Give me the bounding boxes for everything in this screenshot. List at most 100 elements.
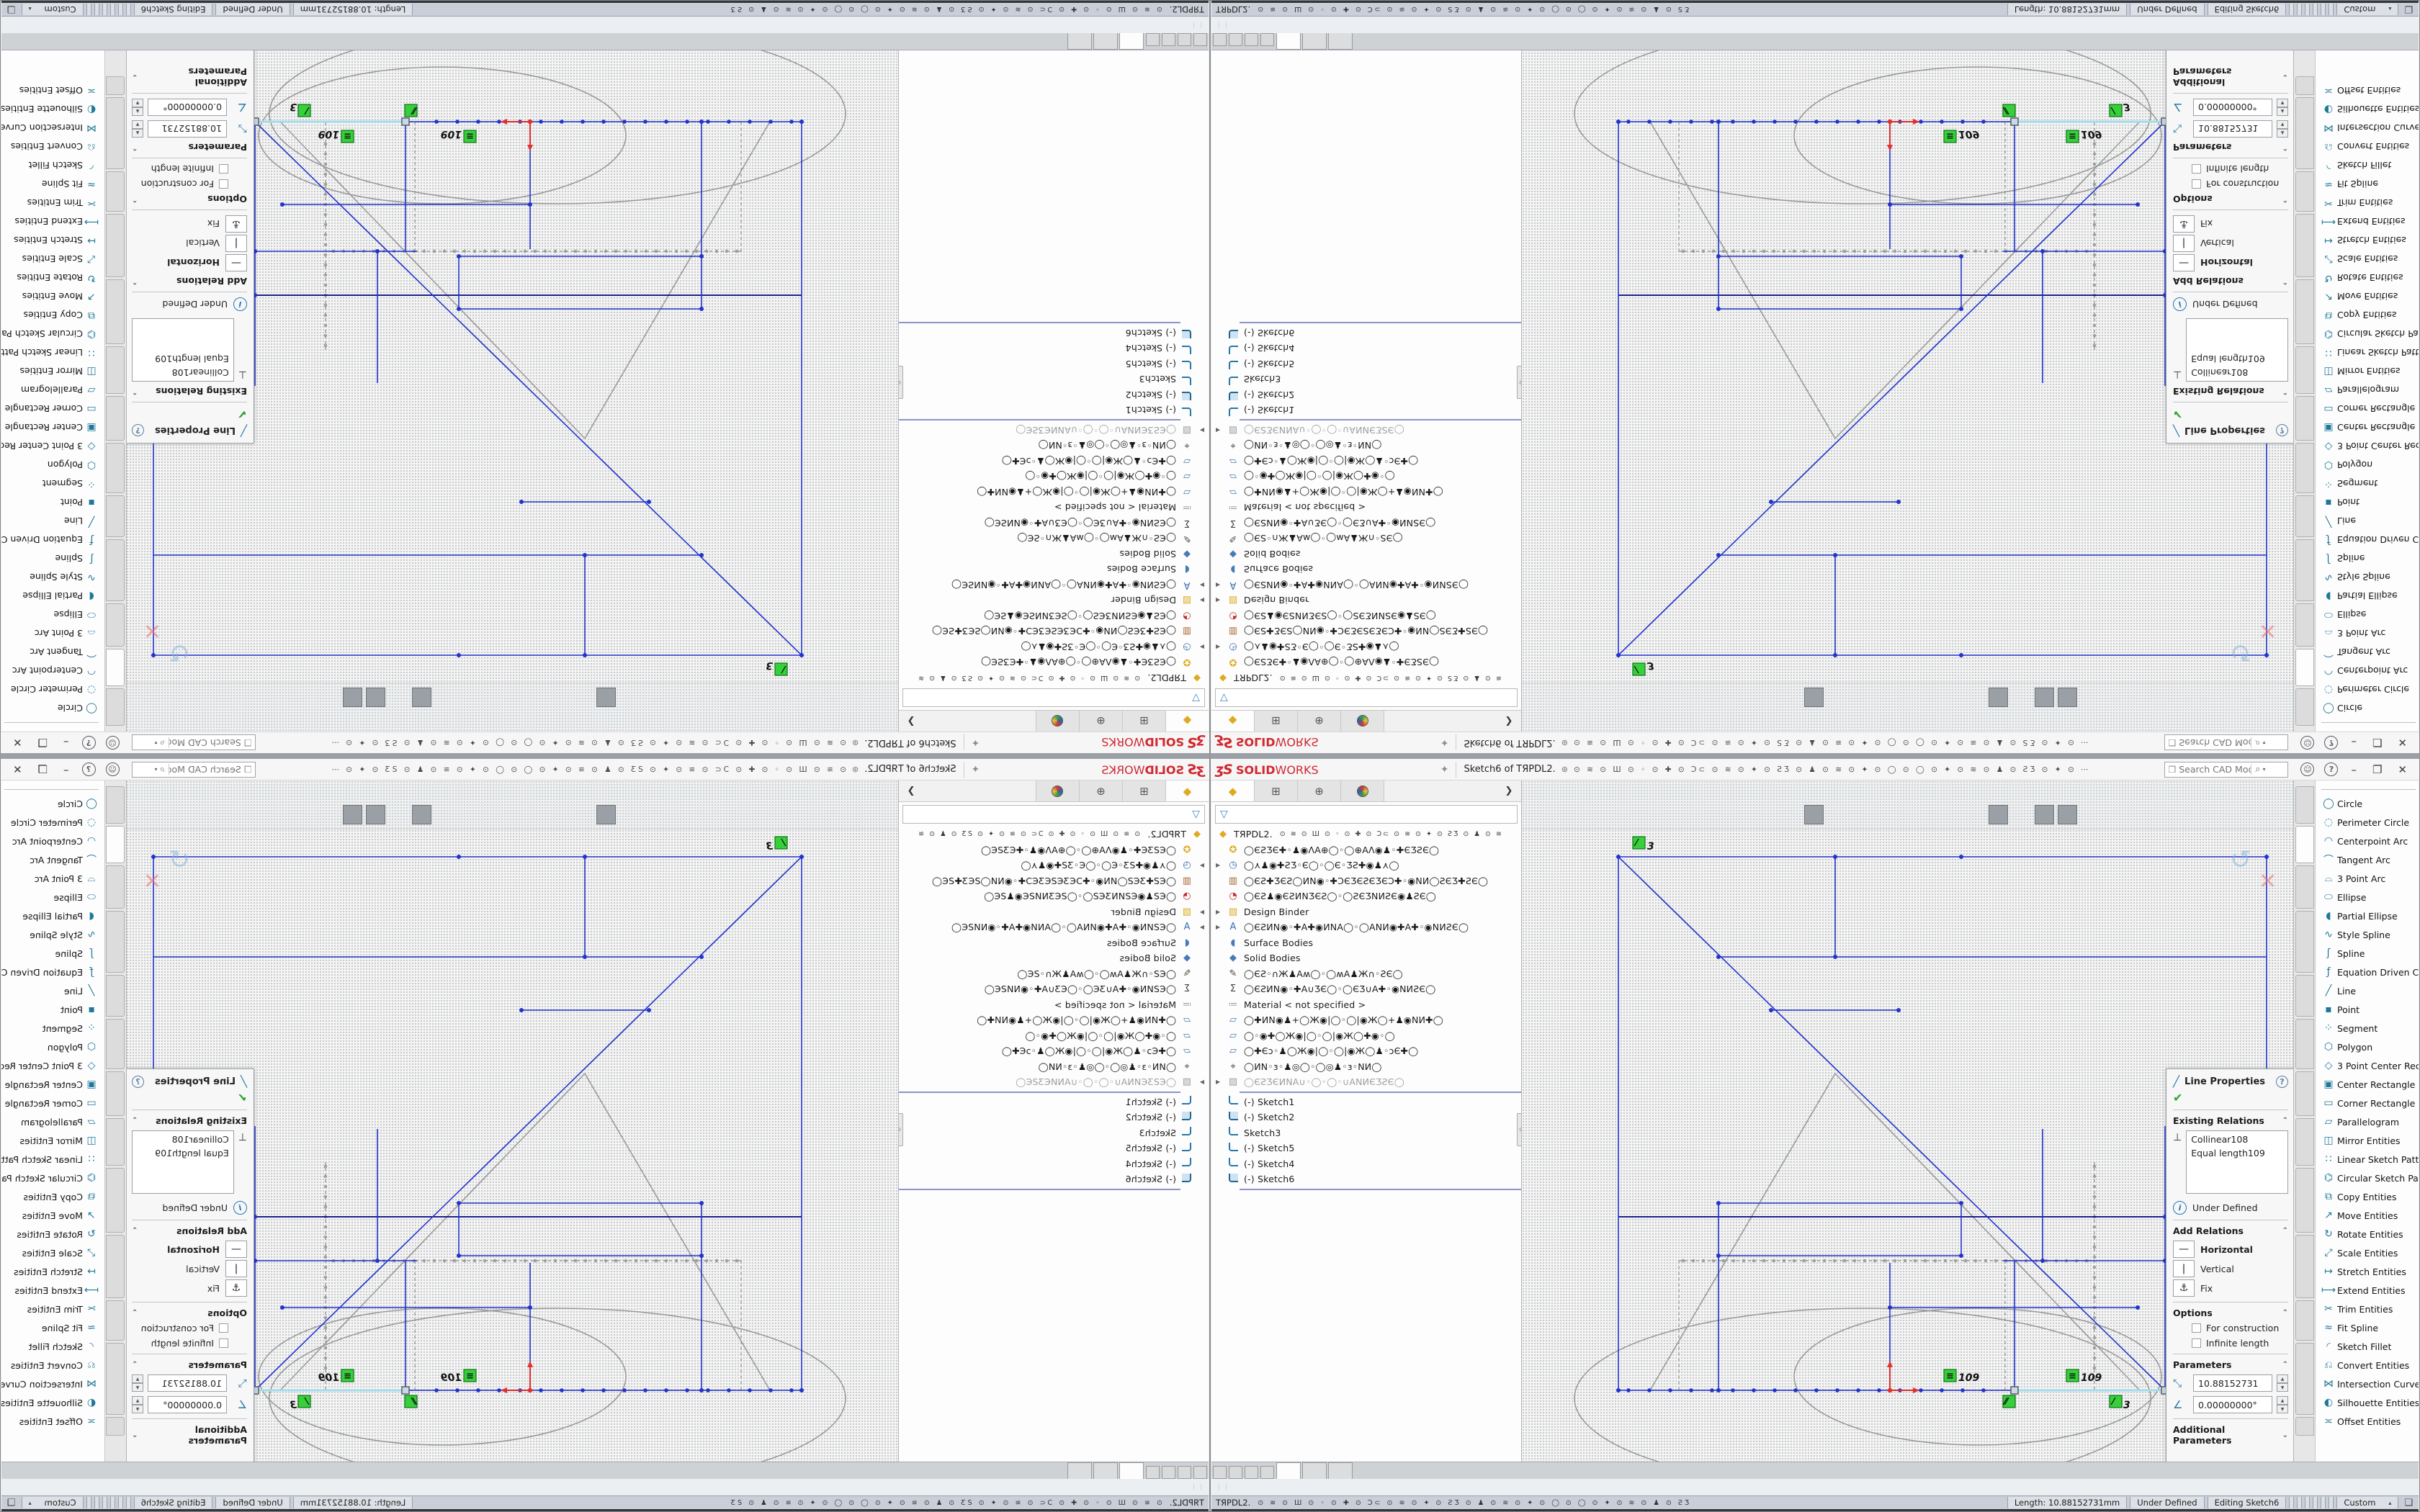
sketch-tool-item[interactable]: ▱ Parallelogram — [1, 381, 100, 400]
panel-help-icon[interactable]: ? — [2276, 425, 2288, 437]
view-toolbar-button[interactable] — [573, 688, 593, 707]
tree-item[interactable]: ✎ ◯ЄƧ◦∩Ж♟Аʍ◯◦◯ʍА♟Ж∩◦ƧЄ◯ — [899, 531, 1209, 546]
sketch-tool-item[interactable]: ⧉ Copy Entities — [2320, 1187, 2419, 1206]
sketch-tool-item[interactable]: ⬭ Ellipse — [2320, 606, 2419, 624]
expand-arrow-icon[interactable]: ▶ — [1194, 1079, 1204, 1085]
restore-button[interactable]: ❐ — [2372, 763, 2382, 776]
sketch-tool-item[interactable]: ≍ Offset Entities — [1, 81, 100, 100]
tree-item[interactable]: ◔ ◯ЄƧ♟◉ЄƧИΝƷЄƧ◯◦◯ƧЄƷΝИƧЄ◉♟ƧЄ◯ — [899, 888, 1209, 904]
section-parameters[interactable]: Parameters — [2173, 1359, 2231, 1370]
section-add-relations[interactable]: Add Relations — [176, 1225, 247, 1236]
parameter-input[interactable]: 10.88152731 — [148, 1374, 227, 1392]
minimize-button[interactable]: – — [2351, 763, 2357, 776]
command-tab[interactable] — [106, 826, 125, 863]
relation-tag[interactable]: ≡ 109 — [318, 128, 354, 143]
view-toolbar-button[interactable] — [827, 805, 846, 824]
sketch-tool-item[interactable]: ◌ Perimeter Circle — [2320, 680, 2419, 699]
view-toolbar-button[interactable] — [1712, 688, 1731, 707]
view-toolbar-button[interactable] — [666, 688, 685, 707]
chevron-up-icon[interactable]: ⌃ — [132, 277, 138, 285]
view-toolbar-button[interactable] — [274, 688, 293, 707]
tree-item[interactable]: ◔ ◯ЄƧ♟◉ЄƧИΝƷЄƧ◯◦◯ƧЄƷΝИƧЄ◉♟ƧЄ◯ — [899, 608, 1209, 624]
tree-item[interactable]: (-) Sketch5 — [1211, 356, 1521, 372]
cancel-sketch-icon[interactable]: ✕ — [143, 618, 161, 643]
option-checkbox[interactable]: For construction — [2192, 179, 2288, 189]
view-toolbar-button[interactable] — [689, 688, 708, 707]
view-toolbar-button[interactable] — [2035, 805, 2054, 824]
ok-button[interactable]: ✔ — [2173, 408, 2288, 421]
relation-tag[interactable]: ≡ 109 — [1944, 128, 1979, 143]
add-relation-button[interactable]: —Horizontal — [132, 254, 247, 271]
sketch-tool-item[interactable]: ⁘ Segment — [1, 1019, 100, 1038]
account-icon[interactable]: ☺ — [2300, 762, 2314, 776]
checkbox-icon[interactable] — [219, 179, 228, 189]
tab-propertymanager[interactable]: ⊞ — [1255, 780, 1298, 801]
sketch-tool-item[interactable]: ◜ Sketch Fillet — [2320, 156, 2419, 175]
tree-item[interactable]: ◖ Surface Bodies — [899, 935, 1209, 951]
view-toolbar-button[interactable] — [735, 805, 754, 824]
view-toolbar-button[interactable] — [1758, 805, 1778, 824]
view-toolbar-button[interactable] — [550, 805, 570, 824]
sketch-tool-item[interactable]: ⎌ Convert Entities — [2320, 138, 2419, 156]
ok-button[interactable]: ✔ — [132, 1091, 247, 1104]
command-tab[interactable] — [2295, 865, 2314, 909]
command-tab[interactable] — [2295, 1168, 2314, 1233]
parameter-input[interactable]: 0.00000000° — [148, 1396, 227, 1413]
restore-button[interactable]: ❐ — [38, 763, 48, 776]
tab-featuremanager[interactable]: ◆ — [1211, 711, 1255, 732]
tree-item[interactable]: ▶ ▨ ◯ЄƧƷЄИΝА∪◦◯◦◯◦∪АΝИЄƷƧЄ◯ — [899, 1074, 1209, 1090]
view-toolbar-button[interactable] — [1966, 688, 1985, 707]
minimize-button[interactable]: – — [63, 763, 69, 776]
tree-item[interactable]: Σ ◯ЄƧИΝ◉◦✚А∪ƷЄ◯◦◯ЄƷ∪А✚◦◉ΝИƧЄ◯ — [1211, 981, 1521, 997]
sketch-tool-item[interactable]: ⁘ Segment — [2320, 1019, 2419, 1038]
view-toolbar-button[interactable] — [1735, 688, 1754, 707]
restore-button[interactable]: ❐ — [38, 737, 48, 750]
expand-arrow-icon[interactable]: ▶ — [1194, 582, 1204, 588]
view-toolbar-button[interactable] — [712, 805, 731, 824]
panel-help-icon[interactable]: ? — [2276, 1076, 2288, 1088]
status-sheet-icon[interactable]: ❏ — [7, 4, 16, 15]
search-dropdown-icon[interactable]: ▾ — [2263, 739, 2266, 746]
view-toolbar-button[interactable] — [343, 688, 362, 707]
tree-item[interactable]: (-) Sketch5 — [899, 1140, 1209, 1156]
command-tab[interactable] — [2295, 97, 2314, 169]
search-input[interactable] — [169, 764, 241, 775]
command-tab[interactable] — [2295, 443, 2314, 493]
expand-arrow-icon[interactable]: ▶ — [1194, 597, 1204, 603]
sketch-tool-item[interactable]: ⌒ Tangent Arc — [1, 850, 100, 869]
tree-item[interactable]: ✎ ◯ЄƧ◦∩Ж♟Аʍ◯◦◯ʍА♟Ж∩◦ƧЄ◯ — [899, 966, 1209, 982]
document-tab[interactable] — [1328, 1462, 1353, 1479]
tree-item[interactable]: ✎ ◯ЄƧ◦∩Ж♟Аʍ◯◦◯ʍА♟Ж∩◦ƧЄ◯ — [1211, 966, 1521, 982]
sketch-tool-item[interactable]: ⬡ Polygon — [1, 1038, 100, 1056]
sketch-tool-item[interactable]: ⋈ Intersection Curve — [1, 1374, 100, 1393]
tree-item[interactable]: Σ ◯ЄƧИΝ◉◦✚А∪ƷЄ◯◦◯ЄƷ∪А✚◦◉ΝИƧЄ◯ — [899, 516, 1209, 531]
tree-item[interactable]: ◆ Solid Bodies — [899, 546, 1209, 562]
sketch-tool-item[interactable]: ∷ Linear Sketch Pattern — [1, 1150, 100, 1169]
tab-nav-button[interactable] — [1245, 1466, 1258, 1479]
view-toolbar-button[interactable] — [481, 805, 501, 824]
relations-listbox[interactable]: Collinear108 Equal length109 — [132, 1130, 234, 1194]
view-toolbar-button[interactable] — [320, 805, 339, 824]
tree-item[interactable]: Sketch3 — [899, 372, 1209, 387]
tree-item[interactable]: (-) Sketch4 — [899, 341, 1209, 356]
command-tab[interactable] — [106, 495, 125, 537]
tree-item[interactable]: ▥ ◯ЄƧ✚ƷЄƧ◯ИΝ◉◦✚ƆЄƷЄƧЄƷЄƆ✚◦◉ΝИ◯ƧЄƷ✚ƧЄ◯ — [899, 624, 1209, 639]
sketch-tool-item[interactable]: ◠ Centerpoint Arc — [1, 662, 100, 680]
help-icon[interactable]: ? — [2324, 736, 2338, 750]
chevron-down-icon[interactable]: ⌄ — [2282, 73, 2288, 81]
section-additional-parameters[interactable]: Additional Parameters — [138, 66, 247, 88]
view-toolbar-button[interactable] — [1597, 805, 1616, 824]
view-toolbar-button[interactable] — [1919, 688, 1939, 707]
view-toolbar-button[interactable] — [343, 805, 362, 824]
tree-root[interactable]: ◆ TЯPDL2. ⊙ ≋ ⊙ Ш ⊙ ◦ ⊙ ✚ ⊙ Ɔ⊂ ⊙ ≋ ⊙ ✦ ⊙… — [899, 670, 1209, 686]
tree-item[interactable]: (-) Sketch1 — [1211, 402, 1521, 418]
view-toolbar-button[interactable] — [712, 688, 731, 707]
tree-item[interactable]: ▱ ◯✚Єɔ◦♟◯Ж◉|◯◦◯|◉Ж◯♟◦ɔЄ✚◯ — [899, 454, 1209, 469]
command-tab[interactable] — [106, 786, 125, 824]
tab-nav-button[interactable] — [1193, 33, 1207, 46]
tree-item[interactable]: ▱ ◯◦◉✚◯Ж◉|◯◦◯|◉Ж◯✚◉◦◯ — [899, 1028, 1209, 1044]
tab-nav-button[interactable] — [1229, 33, 1242, 46]
view-toolbar-button[interactable] — [550, 688, 570, 707]
tree-item[interactable]: ≔ Material < not specified > — [899, 500, 1209, 516]
command-tab[interactable] — [106, 1235, 125, 1298]
